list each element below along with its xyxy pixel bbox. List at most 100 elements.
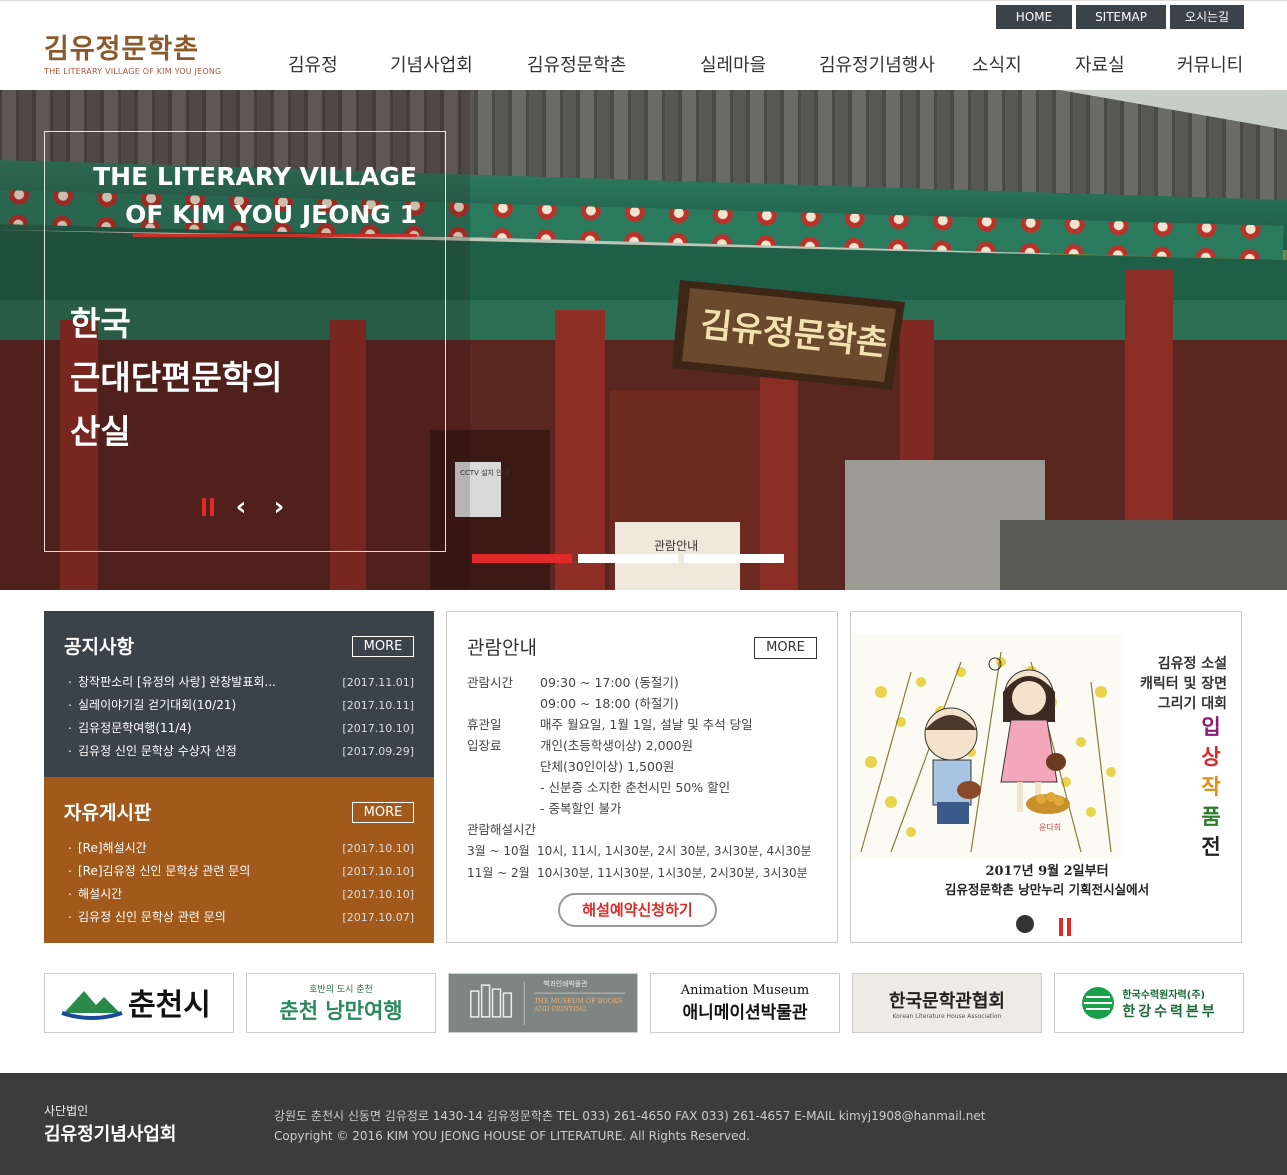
hours-label: 관람시간 xyxy=(467,675,514,690)
banner-label: 애니메이션박물관 xyxy=(682,1003,808,1023)
promo-caption-place: 김유정문학촌 낭만누리 기획전시실에서 xyxy=(944,882,1150,897)
footer-org-type: 사단법인 xyxy=(44,1104,89,1118)
fee-note: - 중복할인 불가 xyxy=(540,801,622,816)
hero-title-ko-line2: 근대단편문학의 xyxy=(70,358,283,397)
artist-signature: 윤다희 xyxy=(1039,822,1061,832)
promo-line2: 캐릭터 및 장면 xyxy=(1139,676,1227,692)
directions-link[interactable]: 오시는길 xyxy=(1170,5,1244,29)
free-board-item-title[interactable]: [Re]김유정 신인 문학상 관련 문의 xyxy=(78,860,298,883)
nav-item-community[interactable]: 커뮤니티 xyxy=(1177,51,1243,77)
pause-icon[interactable] xyxy=(200,496,216,518)
reserve-guide-button[interactable]: 해설예약신청하기 xyxy=(558,893,717,927)
promo-char: 작 xyxy=(1201,775,1221,799)
literature-house-logo: 한국문학관협회 Korean Literature House Associat… xyxy=(889,987,1005,1020)
footer-copyright: Copyright © 2016 KIM YOU JEONG HOUSE OF … xyxy=(274,1129,750,1143)
hero-title-ko-line3: 산실 xyxy=(70,412,131,451)
footer-address: 강원도 춘천시 신동면 김유정로 1430-14 김유정문학촌 TEL 033)… xyxy=(274,1109,986,1123)
hero-page-1[interactable] xyxy=(472,554,572,563)
banner-animation-museum[interactable]: Animation Museum 애니메이션박물관 xyxy=(650,973,840,1033)
guide-label-row: 관람해설시간 xyxy=(467,819,817,840)
pause-icon[interactable] xyxy=(1057,916,1073,938)
free-board-item-title[interactable]: 해설시간 xyxy=(78,883,298,906)
free-board-item-title[interactable]: [Re]해설시간 xyxy=(78,837,298,860)
banner-sublabel: 책과인쇄박물관 xyxy=(543,979,588,988)
banner-book-museum[interactable]: 책과인쇄박물관 THE MUSEUM OF BOOKS AND PRINTING xyxy=(448,973,638,1033)
hero-controls: ‹ › xyxy=(200,494,292,520)
hero-title-en-line2: OF KIM YOU JEONG 1 xyxy=(125,200,417,229)
notice-item-title[interactable]: 김유정 신인 문학상 수상자 선정 xyxy=(78,740,298,763)
guide-times: 10시30분, 11시30분, 1시30분, 2시30분, 3시30분 xyxy=(537,866,808,880)
notice-list: 창작판소리 [유정의 사랑] 완창발표회... [2017.11.01] 실레이야… xyxy=(64,668,414,763)
hero-title-en-line1: THE LITERARY VILLAGE xyxy=(93,162,417,191)
banner-label: THE MUSEUM OF BOOKS AND PRINTING xyxy=(534,997,623,1013)
visitor-info-more-button[interactable]: MORE xyxy=(754,637,817,659)
hero-title-en: THE LITERARY VILLAGE OF KIM YOU JEONG 1 xyxy=(93,158,417,234)
free-board: 자유게시판 MORE [Re]해설시간[2017.10.10] [Re]김유정 … xyxy=(44,777,434,943)
notice-item[interactable]: 창작판소리 [유정의 사랑] 완창발표회... [2017.11.01] xyxy=(64,668,414,694)
banner-literature-house[interactable]: 한국문학관협회 Korean Literature House Associat… xyxy=(852,973,1042,1033)
notice-item-title[interactable]: 김유정문학여행(11/4) xyxy=(78,717,298,740)
nav-item-memorial-society[interactable]: 기념사업회 xyxy=(390,51,473,77)
fee-group: 단체(30인이상) 1,500원 xyxy=(540,759,675,774)
fee-row-2: 단체(30인이상) 1,500원 xyxy=(467,756,817,777)
free-board-item[interactable]: [Re]김유정 신인 문학상 관련 문의 [2017.10.10] xyxy=(64,857,414,883)
free-board-item[interactable]: 김유정 신인 문학상 관련 문의 [2017.10.07] xyxy=(64,903,414,929)
promo-banner[interactable]: 윤다희 김유정 소설 캐릭터 및 장면 그리기 대회 입 상 작 품 전 201… xyxy=(850,611,1242,943)
free-board-item-date: [2017.10.10] xyxy=(342,888,414,901)
nav-item-kimyoujeong[interactable]: 김유정 xyxy=(288,51,338,77)
hero-page-2[interactable] xyxy=(578,554,678,563)
closed-label: 휴관일 xyxy=(467,717,502,732)
main-nav: 김유정 기념사업회 김유정문학촌 실레마을 김유정기념행사 소식지 자료실 커뮤… xyxy=(0,51,1287,77)
fee-label: 입장료 xyxy=(467,738,502,753)
utility-nav: HOME SITEMAP 오시는길 xyxy=(996,5,1244,29)
hours-summer: 09:00 ~ 18:00 (하절기) xyxy=(540,696,679,711)
notice-item-title[interactable]: 창작판소리 [유정의 사랑] 완창발표회... xyxy=(78,671,298,694)
promo-line1: 김유정 소설 xyxy=(1157,656,1227,672)
notice-item[interactable]: 김유정 신인 문학상 수상자 선정 [2017.09.29] xyxy=(64,737,414,763)
free-board-more-button[interactable]: MORE xyxy=(352,802,414,823)
khnp-text: 한국수력원자력(주) 한강수력본부 xyxy=(1122,986,1217,1021)
banner-label: 한강수력본부 xyxy=(1122,1003,1218,1020)
notice-item-title[interactable]: 실레이야기길 걷기대회(10/21) xyxy=(78,694,298,717)
notice-item[interactable]: 실레이야기길 걷기대회(10/21) [2017.10.11] xyxy=(64,691,414,717)
hours-winter: 09:30 ~ 17:00 (동절기) xyxy=(540,675,679,690)
hero-title-ko-line1: 한국 xyxy=(70,304,131,343)
nav-item-archive[interactable]: 자료실 xyxy=(1075,51,1125,77)
promo-caption-date: 2017년 9월 2일부터 xyxy=(985,864,1109,879)
nav-item-newsletter[interactable]: 소식지 xyxy=(972,51,1022,77)
sitemap-link[interactable]: SITEMAP xyxy=(1076,5,1166,29)
romantic-travel-logo: 호반의 도시 춘천 춘천 낭만여행 xyxy=(279,982,402,1025)
hero-slider: CCTV 설치 안내 김유정문학촌 관람안내 THE LITERARY VILL… xyxy=(0,90,1287,590)
promo-line3: 그리기 대회 xyxy=(1157,696,1227,712)
nav-item-literary-village[interactable]: 김유정문학촌 xyxy=(527,51,626,77)
promo-page-dot[interactable] xyxy=(1016,915,1034,933)
notice-item[interactable]: 김유정문학여행(11/4) [2017.10.10] xyxy=(64,714,414,740)
visitor-info: 관람안내 MORE 관람시간 09:30 ~ 17:00 (동절기) 09:00 … xyxy=(446,611,838,943)
promo-char: 전 xyxy=(1201,835,1221,859)
free-board-item-title[interactable]: 김유정 신인 문학상 관련 문의 xyxy=(78,906,298,929)
free-board-item[interactable]: 해설시간 [2017.10.10] xyxy=(64,880,414,906)
free-board-item[interactable]: [Re]해설시간 [2017.10.10] xyxy=(64,834,414,860)
notice-item-date: [2017.11.01] xyxy=(342,676,414,689)
notice-item-date: [2017.09.29] xyxy=(342,745,414,758)
notice-more-button[interactable]: MORE xyxy=(352,636,414,657)
hours-row: 관람시간 09:30 ~ 17:00 (동절기) xyxy=(467,672,817,693)
chuncheon-logo-icon: 춘천시 xyxy=(61,988,211,1023)
home-link[interactable]: HOME xyxy=(996,5,1072,29)
chevron-right-icon[interactable]: › xyxy=(266,494,292,520)
banner-romantic-travel[interactable]: 호반의 도시 춘천 춘천 낭만여행 xyxy=(246,973,436,1033)
banner-sublabel: Animation Museum xyxy=(680,983,810,998)
chevron-left-icon[interactable]: ‹ xyxy=(228,494,254,520)
notice-item-date: [2017.10.11] xyxy=(342,699,414,712)
promo-vertical-title: 입 상 작 품 전 xyxy=(1196,712,1226,862)
promo-char: 상 xyxy=(1201,745,1221,769)
banner-chuncheon-city[interactable]: 춘천시 xyxy=(44,973,234,1033)
free-board-item-date: [2017.10.10] xyxy=(342,865,414,878)
khnp-logo-icon xyxy=(1082,987,1115,1019)
guide-row: 3월 ~ 10월 10시, 11시, 1시30분, 2시 30분, 3시30분, … xyxy=(467,840,817,862)
promo-char: 품 xyxy=(1201,805,1221,829)
nav-item-memorial-events[interactable]: 김유정기념행사 xyxy=(819,51,935,77)
banner-khnp[interactable]: 한국수력원자력(주) 한강수력본부 xyxy=(1054,973,1244,1033)
hero-page-3[interactable] xyxy=(684,554,784,563)
nav-item-sille-village[interactable]: 실레마을 xyxy=(700,51,766,77)
